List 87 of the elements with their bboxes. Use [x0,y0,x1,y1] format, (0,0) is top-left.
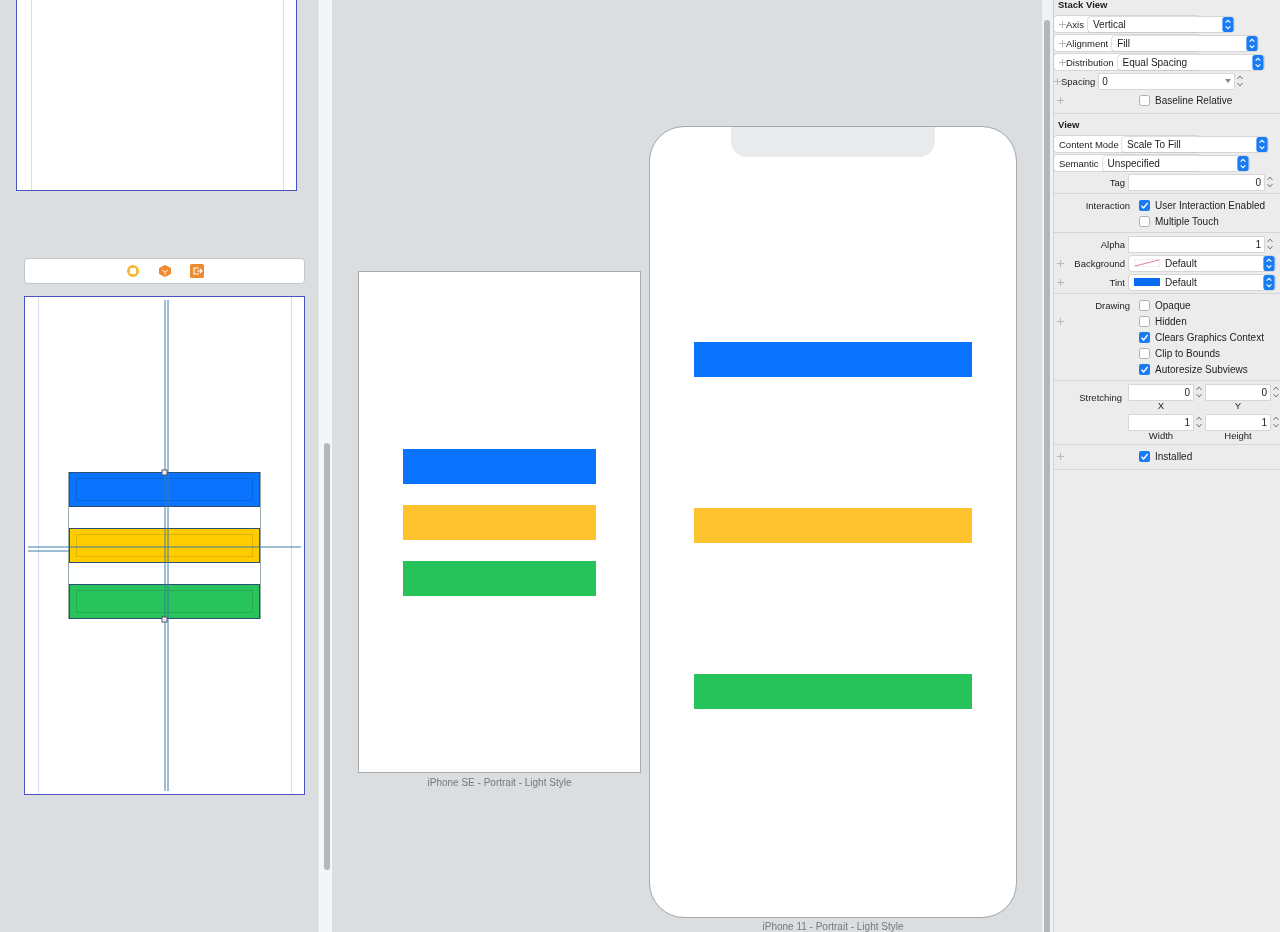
stepper-icon[interactable] [1195,414,1203,430]
checkbox-label: Installed [1155,450,1193,462]
number-field[interactable]: 1 [1129,414,1193,430]
updown-arrows-icon [1246,35,1259,51]
updown-arrows-icon [1251,54,1264,70]
no-color-swatch [1134,259,1160,267]
updown-arrows-icon [1256,136,1268,152]
checkbox-label: Multiple Touch [1155,215,1219,227]
stepper-icon[interactable] [1266,174,1274,190]
plus-icon[interactable] [1056,317,1064,325]
checkbox-label: Hidden [1155,315,1187,327]
popup-button[interactable]: Fill [1112,35,1259,51]
plus-icon[interactable] [1056,452,1064,460]
scrollbar-thumb[interactable] [1044,20,1050,932]
checkbox[interactable] [1139,94,1150,106]
checkbox-label: Clears Graphics Context [1155,331,1264,343]
color-popup-button[interactable]: Default [1129,255,1275,271]
view-controller-icon[interactable] [125,264,140,278]
number-field[interactable]: 1 [1206,414,1270,430]
checkbox-label: User Interaction Enabled [1155,199,1266,211]
checkbox-label: Baseline Relative [1155,94,1233,106]
checkbox[interactable] [1139,363,1150,375]
stepper-icon[interactable] [1272,414,1280,430]
color-popup-button[interactable]: Default [1129,274,1275,290]
scrollbar-thumb[interactable] [324,443,330,870]
updown-arrows-icon [1263,255,1275,271]
popup-button[interactable]: Unspecified [1102,155,1249,171]
plus-icon[interactable] [1054,77,1061,85]
exit-icon[interactable] [189,264,204,278]
field-label: Distribution [1066,56,1114,68]
checkbox[interactable] [1139,450,1150,462]
combo-field[interactable]: 0 [1099,73,1235,89]
colored-view[interactable] [69,528,260,563]
field-label: Tint [1109,276,1125,288]
checkbox-label: Opaque [1155,299,1191,311]
checkbox-label: Clip to Bounds [1155,347,1221,359]
number-field[interactable]: 0 [1206,384,1270,400]
plus-icon[interactable] [1059,58,1066,66]
cube-icon[interactable] [157,264,172,278]
updown-arrows-icon [1263,274,1275,290]
field-label: Semantic [1059,157,1099,169]
field-label: Interaction [1085,199,1130,211]
field-label: Alpha [1100,238,1125,250]
field-label: Background [1074,257,1125,269]
checkbox[interactable] [1139,315,1150,327]
section-title: View [1057,120,1081,132]
field-label: Content Mode [1059,138,1119,150]
number-field[interactable]: 1 [1129,236,1264,252]
plus-icon[interactable] [1056,96,1064,104]
stack-view[interactable] [68,472,261,619]
checkbox[interactable] [1139,347,1150,359]
field-label: Axis [1066,18,1084,30]
plus-icon[interactable] [1056,278,1064,286]
stepper-icon[interactable] [1195,384,1203,400]
field-label: Drawing [1095,299,1130,311]
checkbox[interactable] [1139,299,1150,311]
device-label: iPhone SE - Portrait - Light Style [427,777,572,788]
checkbox[interactable] [1139,331,1150,343]
popup-button[interactable]: Scale To Fill [1122,136,1268,152]
plus-icon[interactable] [1056,259,1064,267]
checkbox[interactable] [1139,199,1150,211]
checkbox[interactable] [1139,215,1150,227]
field-caption: X [1156,400,1166,411]
field-label: Stretching [1079,392,1122,403]
popup-button[interactable]: Vertical [1087,16,1234,32]
field-label: Spacing [1061,75,1096,87]
field-label: Tag [1109,176,1125,188]
field-caption: Height [1223,430,1253,441]
checkbox-label: Autoresize Subviews [1155,363,1248,375]
updown-arrows-icon [1236,155,1249,171]
section-title: Stack View [1057,0,1109,12]
stepper-icon[interactable] [1266,236,1274,252]
plus-icon[interactable] [1059,39,1066,47]
field-label: Alignment [1066,37,1109,49]
colored-view[interactable] [69,472,260,507]
plus-icon[interactable] [1059,20,1066,28]
device-label: iPhone 11 - Portrait - Light Style [762,921,904,932]
popup-button[interactable]: Equal Spacing [1117,54,1264,70]
stepper-icon[interactable] [1236,73,1245,89]
field-caption: Width [1147,430,1175,441]
number-field[interactable]: 0 [1129,174,1264,190]
number-field[interactable]: 0 [1129,384,1193,400]
updown-arrows-icon [1221,16,1234,32]
stepper-icon[interactable] [1272,384,1280,400]
field-caption: Y [1233,400,1243,411]
colored-view[interactable] [69,584,260,619]
dropdown-icon [1225,79,1232,83]
